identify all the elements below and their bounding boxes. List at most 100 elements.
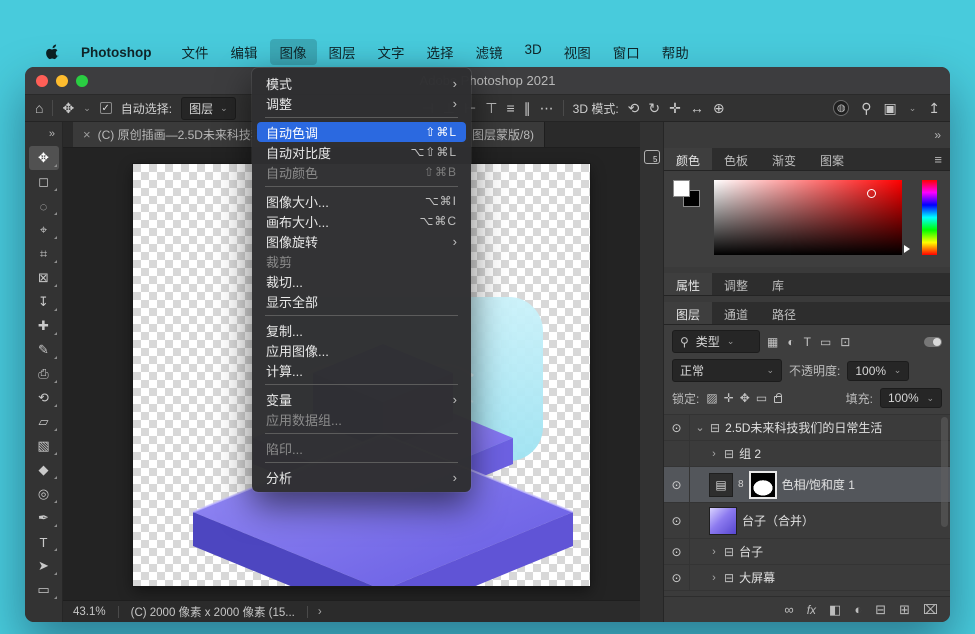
filter-adjustment-layers-icon[interactable]: ◐: [787, 336, 794, 348]
layer-mask-thumbnail[interactable]: [749, 471, 777, 499]
eye-icon[interactable]: ⊙: [664, 539, 690, 564]
layers-panel-tab-通道[interactable]: 通道: [712, 302, 760, 324]
crop-tool[interactable]: ⌗: [29, 242, 59, 266]
lock-artboard-icon[interactable]: ▭: [756, 392, 767, 404]
panels-collapse-chevrons[interactable]: »: [934, 128, 941, 142]
frame-tool[interactable]: ⊠: [29, 266, 59, 290]
brush-tool[interactable]: ✎: [29, 338, 59, 362]
layer-row-台子[interactable]: ⊙›⊟台子: [664, 539, 950, 565]
apple-icon[interactable]: [46, 44, 61, 60]
path-selection-tool[interactable]: ➤: [29, 554, 59, 578]
blur-tool[interactable]: ◆: [29, 458, 59, 482]
distribute-vertical-icon[interactable]: ∥: [524, 101, 531, 115]
auto-select-checkbox[interactable]: ✓: [100, 102, 112, 114]
menu-item-计算[interactable]: 计算...: [257, 360, 466, 380]
marquee-tool[interactable]: ◻: [29, 170, 59, 194]
app-name[interactable]: Photoshop: [75, 42, 158, 63]
gradient-tool[interactable]: ▧: [29, 434, 59, 458]
adjustment-layer-thumbnail[interactable]: ▤: [709, 473, 733, 497]
search-icon[interactable]: ⚲: [861, 101, 871, 115]
blend-mode-dropdown[interactable]: 正常 ⌄: [672, 359, 782, 382]
lock-image-pixels-icon[interactable]: ✛: [724, 392, 734, 404]
menubar-item-图像[interactable]: 图像: [270, 39, 317, 65]
menu-item-调整[interactable]: 调整›: [257, 93, 466, 113]
menu-item-应用图像[interactable]: 应用图像...: [257, 340, 466, 360]
workspace-switcher-icon[interactable]: ▣: [883, 101, 896, 115]
dodge-tool[interactable]: ◎: [29, 482, 59, 506]
3d-roll-icon[interactable]: ↻: [648, 101, 660, 115]
add-layer-mask-icon[interactable]: ◧: [829, 603, 841, 616]
eyedropper-tool[interactable]: ↧: [29, 290, 59, 314]
color-panel-tab-图案[interactable]: 图案: [808, 148, 856, 170]
align-top-edges-icon[interactable]: ⊤: [485, 101, 497, 115]
eye-icon[interactable]: ⊙: [664, 415, 690, 440]
toolbar-collapse-chevrons[interactable]: »: [25, 122, 62, 146]
clone-stamp-tool[interactable]: ⎙: [29, 362, 59, 386]
color-panel-tab-色板[interactable]: 色板: [712, 148, 760, 170]
filter-type-layers-icon[interactable]: T: [804, 336, 811, 348]
layer-thumbnail[interactable]: [709, 507, 737, 535]
chevron-down-icon[interactable]: ⌄: [909, 103, 917, 114]
zoom-window-button[interactable]: [76, 75, 88, 87]
auto-select-dropdown[interactable]: 图层 ⌄: [181, 97, 236, 120]
menubar-item-图层[interactable]: 图层: [319, 39, 366, 65]
layer-row-2.5D未来科技我们的日常生活[interactable]: ⊙⌄⊟2.5D未来科技我们的日常生活: [664, 415, 950, 441]
color-picker-cursor[interactable]: [867, 189, 876, 198]
lock-position-icon[interactable]: ✥: [740, 392, 750, 404]
foreground-color-swatch[interactable]: [673, 180, 690, 197]
lock-transparent-pixels-icon[interactable]: ▨: [706, 392, 717, 404]
menu-item-自动色调[interactable]: 自动色调⇧⌘L: [257, 122, 466, 142]
layer-row-组 2[interactable]: ›⊟组 2: [664, 441, 950, 467]
menu-item-模式[interactable]: 模式›: [257, 73, 466, 93]
layers-scrollbar[interactable]: [941, 417, 948, 527]
menu-item-显示全部[interactable]: 显示全部: [257, 291, 466, 311]
filter-smart-objects-icon[interactable]: ⊡: [840, 336, 850, 348]
menu-item-分析[interactable]: 分析›: [257, 467, 466, 487]
move-tool[interactable]: ✥: [29, 146, 59, 170]
color-panel-tab-颜色[interactable]: 颜色: [664, 148, 712, 170]
menubar-item-3D[interactable]: 3D: [515, 39, 552, 65]
opacity-dropdown[interactable]: 100% ⌄: [847, 361, 909, 381]
object-selection-tool[interactable]: ⌖: [29, 218, 59, 242]
menubar-item-窗口[interactable]: 窗口: [603, 39, 650, 65]
account-avatar[interactable]: ◍: [833, 100, 849, 116]
properties-panel-tab-属性[interactable]: 属性: [664, 273, 712, 295]
collapsed-panel-icon[interactable]: 5: [644, 150, 660, 164]
menubar-item-文字[interactable]: 文字: [368, 39, 415, 65]
chevron-down-icon[interactable]: ⌄: [83, 103, 91, 114]
pen-tool[interactable]: ✒: [29, 506, 59, 530]
fill-dropdown[interactable]: 100% ⌄: [880, 388, 942, 408]
properties-panel-tab-调整[interactable]: 调整: [712, 273, 760, 295]
eye-icon[interactable]: ⊙: [664, 503, 690, 538]
menu-item-画布大小[interactable]: 画布大小...⌥⌘C: [257, 211, 466, 231]
3d-slide-icon[interactable]: ↔: [690, 101, 704, 115]
disclosure-icon[interactable]: ›: [709, 448, 719, 460]
move-tool-preset-icon[interactable]: ✥: [62, 101, 74, 115]
link-layers-icon[interactable]: ∞: [784, 603, 793, 616]
titlebar[interactable]: Adobe Photoshop 2021: [25, 67, 950, 95]
layer-filter-dropdown[interactable]: ⚲ 类型 ⌄: [672, 330, 760, 353]
zoom-level[interactable]: 43.1%: [73, 606, 119, 618]
filter-toggle-switch[interactable]: [924, 337, 942, 347]
more-options-icon[interactable]: ⋯: [540, 101, 554, 115]
layers-panel-tab-路径[interactable]: 路径: [760, 302, 808, 324]
menu-item-图像旋转[interactable]: 图像旋转›: [257, 231, 466, 251]
disclosure-icon[interactable]: ›: [709, 546, 719, 558]
panel-menu-icon[interactable]: ≡: [934, 152, 942, 167]
menubar-item-编辑[interactable]: 编辑: [221, 39, 268, 65]
visibility-empty[interactable]: [664, 441, 690, 466]
new-layer-icon[interactable]: ⊞: [899, 603, 910, 616]
3d-scale-icon[interactable]: ⊕: [713, 101, 725, 115]
status-chevron-icon[interactable]: ›: [307, 606, 322, 618]
layer-row-台子（合并）[interactable]: ⊙台子（合并）: [664, 503, 950, 539]
color-panel-tab-渐变[interactable]: 渐变: [760, 148, 808, 170]
healing-brush-tool[interactable]: ✚: [29, 314, 59, 338]
filter-pixel-layers-icon[interactable]: ▦: [767, 336, 778, 348]
share-icon[interactable]: ↥: [928, 101, 940, 115]
menubar-item-选择[interactable]: 选择: [417, 39, 464, 65]
menu-item-自动对比度[interactable]: 自动对比度⌥⇧⌘L: [257, 142, 466, 162]
layer-effects-icon[interactable]: fx: [807, 604, 816, 616]
close-window-button[interactable]: [36, 75, 48, 87]
3d-pan-icon[interactable]: ✛: [669, 101, 681, 115]
menu-item-变量[interactable]: 变量›: [257, 389, 466, 409]
